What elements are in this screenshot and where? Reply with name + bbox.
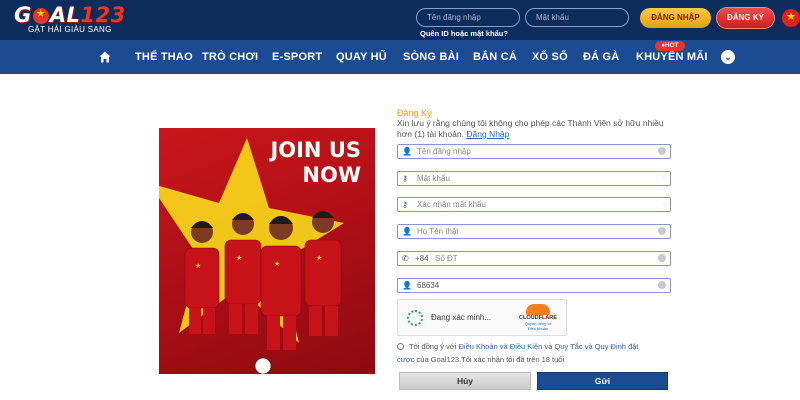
home-icon[interactable] bbox=[99, 51, 111, 63]
key-icon: ⚷ bbox=[402, 200, 408, 209]
user-icon: 👤 bbox=[402, 281, 412, 290]
svg-text:★: ★ bbox=[195, 262, 201, 270]
terms-prefix: Tôi đồng ý với bbox=[408, 342, 457, 351]
full-name-field[interactable]: 👤 Họ Tên thật bbox=[397, 224, 671, 239]
username-field[interactable]: 👤 Tên đăng nhập bbox=[397, 144, 671, 159]
info-icon bbox=[658, 147, 666, 155]
hot-badge-label: HOT bbox=[664, 42, 679, 49]
nav-casino[interactable]: SÒNG BÀI bbox=[403, 40, 459, 74]
vietnam-flag-icon[interactable]: ★ bbox=[782, 9, 800, 27]
top-bar: G AL123 GẶT HÁI GIÀU SANG Tên đăng nhập M… bbox=[0, 0, 800, 40]
nav-lottery[interactable]: XỔ SỐ bbox=[532, 40, 568, 74]
info-icon bbox=[658, 254, 666, 262]
info-icon bbox=[658, 227, 666, 235]
login-button[interactable]: ĐĂNG NHẬP bbox=[640, 8, 711, 28]
phone-placeholder: Số ĐT bbox=[435, 254, 458, 263]
banner-line-1: JOIN US bbox=[270, 138, 361, 162]
svg-text:★: ★ bbox=[274, 260, 280, 268]
hot-badge: ♦HOT bbox=[655, 41, 685, 51]
submit-button[interactable]: Gửi bbox=[537, 372, 668, 390]
football-icon bbox=[32, 7, 49, 24]
confirm-password-placeholder: Xác nhận mật khẩu bbox=[417, 200, 486, 209]
logo-number: 123 bbox=[80, 3, 126, 27]
captcha-terms-link[interactable]: Điều khoản bbox=[514, 326, 562, 331]
eye-off-icon[interactable]: ◌ bbox=[662, 172, 667, 185]
nav-slots[interactable]: QUAY HŨ bbox=[336, 40, 387, 74]
eye-off-icon[interactable]: ◌ bbox=[662, 198, 667, 211]
banner-headline: JOIN US NOW bbox=[270, 138, 361, 188]
info-icon bbox=[658, 281, 666, 289]
logo-letters-al: AL bbox=[49, 3, 81, 27]
password-field[interactable]: ⚷ Mật khẩu ◌ bbox=[397, 171, 671, 186]
full-name-placeholder: Họ Tên thật bbox=[417, 227, 459, 236]
terms-radio[interactable] bbox=[397, 343, 404, 350]
terms-suffix: của Goal123.Tôi xác nhận tôi đã trên 18 … bbox=[416, 355, 565, 364]
captcha-status: Đang xác minh... bbox=[431, 313, 492, 322]
terms-conditions-link[interactable]: Điều Khoản và Điều Kiện bbox=[459, 342, 543, 351]
cloudflare-logo: CLOUDFLARE Quyền riêng tư Điều khoản bbox=[514, 304, 562, 331]
cloudflare-captcha[interactable]: Đang xác minh... CLOUDFLARE Quyền riêng … bbox=[397, 299, 567, 336]
join-us-banner: ★ ★ ★ ★ JOIN US NOW bbox=[159, 128, 375, 374]
user-icon: 👤 bbox=[402, 147, 412, 156]
referral-code-field[interactable]: 👤 68634 bbox=[397, 278, 671, 293]
site-logo[interactable]: G AL123 GẶT HÁI GIÀU SANG bbox=[14, 3, 126, 34]
confirm-password-field[interactable]: ⚷ Xác nhận mật khẩu ◌ bbox=[397, 197, 671, 212]
terms-and: và bbox=[544, 342, 553, 351]
forgot-credentials-link[interactable]: Quên ID hoặc mật khẩu? bbox=[420, 29, 508, 38]
key-icon: ⚷ bbox=[402, 174, 408, 183]
form-note: Xin lưu ý rằng chúng tôi không cho phép … bbox=[397, 118, 672, 140]
banner-line-2: NOW bbox=[302, 163, 361, 187]
nav-cockfight[interactable]: ĐÁ GÀ bbox=[583, 40, 619, 74]
referral-code-value: 68634 bbox=[417, 281, 440, 290]
cloud-icon bbox=[526, 304, 550, 315]
logo-slogan: GẶT HÁI GIÀU SANG bbox=[28, 25, 112, 34]
phone-field[interactable]: ✆ +84 Số ĐT bbox=[397, 251, 671, 266]
chevron-down-icon[interactable]: ⌄ bbox=[721, 50, 735, 64]
svg-text:★: ★ bbox=[316, 254, 322, 262]
nav-games[interactable]: TRÒ CHƠI bbox=[202, 40, 258, 74]
username-placeholder: Tên đăng nhập bbox=[417, 147, 471, 156]
password-placeholder: Mật khẩu bbox=[417, 174, 450, 183]
phone-prefix: +84 bbox=[415, 254, 429, 263]
loading-spinner-icon bbox=[407, 310, 423, 326]
form-title: Đăng Ký bbox=[397, 108, 432, 118]
login-link[interactable]: Đăng Nhập bbox=[466, 129, 509, 139]
nav-fishing[interactable]: BẮN CÁ bbox=[473, 40, 517, 74]
nav-esport[interactable]: E-SPORT bbox=[272, 40, 322, 74]
user-icon: 👤 bbox=[402, 227, 412, 236]
nav-sports[interactable]: THỂ THAO bbox=[135, 40, 193, 74]
phone-icon: ✆ bbox=[402, 254, 409, 263]
register-button[interactable]: ĐĂNG KÝ bbox=[717, 8, 774, 28]
header-username-input[interactable]: Tên đăng nhập bbox=[416, 8, 520, 27]
cancel-button[interactable]: Hủy bbox=[399, 372, 531, 390]
svg-text:★: ★ bbox=[236, 254, 242, 262]
logo-letter-g: G bbox=[14, 3, 32, 27]
terms-agreement: Tôi đồng ý với Điều Khoản và Điều Kiện v… bbox=[397, 340, 642, 366]
header-password-input[interactable]: Mật khẩu bbox=[525, 8, 629, 27]
form-note-text: Xin lưu ý rằng chúng tôi không cho phép … bbox=[397, 118, 664, 139]
